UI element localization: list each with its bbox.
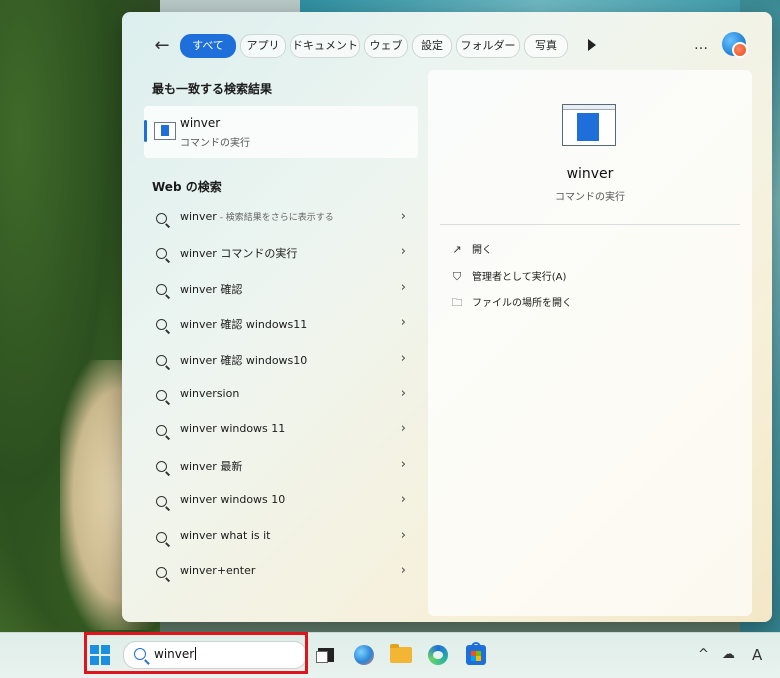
detail-app-subtitle: コマンドの実行 <box>555 192 625 203</box>
web-item-label: winver windows 10 <box>180 493 286 507</box>
filter-chip-photos[interactable]: 写真 <box>524 34 568 58</box>
task-view-icon[interactable] <box>316 645 336 665</box>
filter-chip-all[interactable]: すべて <box>180 34 236 58</box>
web-item-label: winver 確認 <box>180 282 243 296</box>
edge-browser-icon[interactable] <box>428 645 448 665</box>
search-icon <box>156 460 167 472</box>
chevron-right-icon: › <box>400 350 406 366</box>
filter-chip-web[interactable]: ウェブ <box>364 34 408 58</box>
run-as-admin-action[interactable]: ⛉ 管理者として実行(A) <box>450 267 566 287</box>
open-action[interactable]: ↗ 開く <box>450 240 492 260</box>
action-label: 開く <box>472 245 492 256</box>
best-match-subtitle: コマンドの実行 <box>180 138 250 149</box>
search-highlight-box <box>84 632 308 674</box>
web-item-label: winver what is it <box>180 528 271 542</box>
chevron-right-icon: › <box>400 527 406 543</box>
cloud-off-icon[interactable]: ☁ <box>722 645 735 665</box>
list-item[interactable]: winver windows 10 › <box>144 485 420 520</box>
chevron-right-icon: › <box>400 315 406 331</box>
web-item-label: winver+enter <box>180 563 256 577</box>
open-external-icon: ↗ <box>452 243 462 256</box>
chevron-right-icon: › <box>400 209 406 224</box>
web-item-label: winver 確認 windows10 <box>180 353 308 367</box>
file-explorer-icon[interactable] <box>390 644 412 663</box>
web-results-list: winver - 検索結果をさらに表示する › winver コマンドの実行 ›… <box>144 202 420 591</box>
search-icon <box>156 319 167 331</box>
app-window-icon <box>154 122 176 140</box>
search-icon <box>156 425 167 437</box>
tray-chevron-icon[interactable]: ^ <box>698 645 709 665</box>
list-item[interactable]: winver what is it › <box>144 521 420 556</box>
search-icon <box>156 283 167 295</box>
search-panel: ← すべて アプリ ドキュメント ウェブ 設定 フォルダー 写真 … 最も一致す… <box>122 12 772 622</box>
search-icon <box>156 496 167 508</box>
best-match-name: winver <box>180 116 221 130</box>
filter-chip-documents[interactable]: ドキュメント <box>290 34 360 58</box>
detail-app-name: winver <box>566 166 614 182</box>
list-item[interactable]: winver 確認 windows10 › <box>144 344 420 379</box>
best-match-item[interactable]: winver コマンドの実行 <box>144 106 418 158</box>
web-search-title: Web の検索 <box>152 180 222 194</box>
open-file-location-action[interactable]: 🗀 ファイルの場所を開く <box>450 293 573 313</box>
action-label: 管理者として実行(A) <box>472 272 567 283</box>
web-item-label: winver 最新 <box>180 459 243 473</box>
web-item-label: winversion <box>180 386 240 400</box>
search-icon <box>156 354 167 366</box>
filter-bar: ← すべて アプリ ドキュメント ウェブ 設定 フォルダー 写真 … <box>122 32 772 62</box>
list-item[interactable]: winver 最新 › <box>144 450 420 485</box>
filter-chip-apps[interactable]: アプリ <box>240 34 286 58</box>
filter-chip-settings[interactable]: 設定 <box>412 34 452 58</box>
store-icon[interactable] <box>466 642 486 665</box>
chevron-right-icon: › <box>400 385 406 401</box>
chevron-right-icon: › <box>400 492 406 508</box>
web-item-label: winver コマンドの実行 <box>180 247 298 261</box>
divider <box>440 224 740 225</box>
app-window-icon <box>562 104 616 146</box>
chevron-right-icon: › <box>400 456 406 472</box>
search-icon <box>156 389 167 401</box>
more-options-icon[interactable]: … <box>694 34 708 56</box>
web-item-hint: - 検索結果をさらに表示する <box>216 213 334 223</box>
action-label: ファイルの場所を開く <box>472 298 572 309</box>
list-item[interactable]: winversion › <box>144 379 420 414</box>
selection-indicator <box>144 120 147 142</box>
web-item-label: winver <box>180 210 217 223</box>
arrow-left-icon[interactable]: ← <box>150 34 174 58</box>
list-item[interactable]: winver+enter › <box>144 556 420 591</box>
avatar[interactable] <box>722 32 748 58</box>
search-icon <box>156 213 167 224</box>
web-item-label: winver windows 11 <box>180 422 286 436</box>
folder-icon: 🗀 <box>451 296 463 309</box>
ime-indicator[interactable]: A <box>752 645 762 665</box>
list-item[interactable]: winver 確認 › <box>144 273 420 308</box>
list-item[interactable]: winver コマンドの実行 › <box>144 237 420 272</box>
chevron-right-icon: › <box>400 421 406 437</box>
list-item[interactable]: winver windows 11 › <box>144 414 420 449</box>
filter-chip-folders[interactable]: フォルダー <box>456 34 520 58</box>
chevron-right-icon: › <box>400 279 406 295</box>
search-icon <box>156 531 167 543</box>
chevron-right-icon: › <box>400 244 406 260</box>
shield-admin-icon: ⛉ <box>452 270 462 283</box>
chevron-right-icon: › <box>400 562 406 578</box>
list-item[interactable]: winver - 検索結果をさらに表示する › <box>144 202 420 237</box>
more-filters-play-icon[interactable] <box>588 39 596 51</box>
search-icon <box>156 248 167 260</box>
web-item-label: winver 確認 windows11 <box>180 318 308 332</box>
best-match-title: 最も一致する検索結果 <box>152 82 273 96</box>
copilot-icon[interactable] <box>354 645 374 665</box>
search-icon <box>156 566 167 578</box>
list-item[interactable]: winver 確認 windows11 › <box>144 308 420 343</box>
detail-pane: winver コマンドの実行 ↗ 開く ⛉ 管理者として実行(A) 🗀 ファイルの場所… <box>428 70 752 616</box>
